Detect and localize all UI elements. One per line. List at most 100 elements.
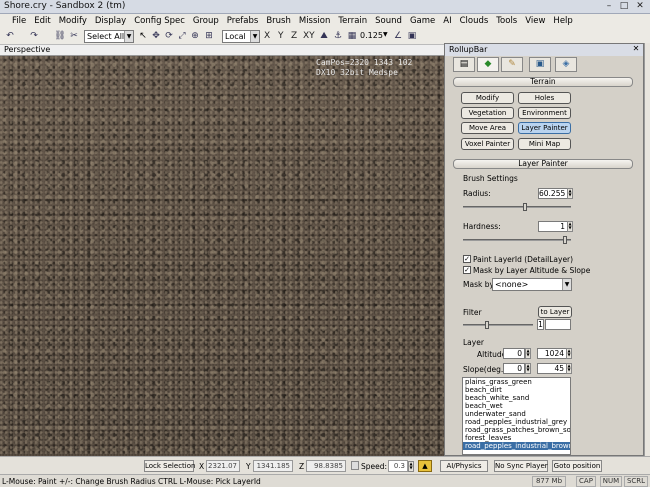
grid-size-value[interactable]: 0.125	[360, 31, 383, 40]
to-layer-button[interactable]: to Layer	[538, 306, 572, 318]
unlink-icon[interactable]: ✂	[68, 30, 80, 42]
rollup-scrollbar[interactable]	[644, 43, 650, 456]
hardness-field[interactable]: 1	[538, 221, 568, 232]
speed-field[interactable]: 0.3	[388, 460, 408, 472]
z-field[interactable]: 98.8385	[306, 460, 346, 472]
menu-display[interactable]: Display	[95, 16, 126, 26]
menu-mission[interactable]: Mission	[299, 16, 331, 26]
menu-sound[interactable]: Sound	[375, 16, 402, 26]
terrain-section-bar[interactable]: Terrain	[453, 77, 633, 87]
lock-selection-button[interactable]: Lock Selection	[144, 460, 195, 472]
axis-xy-button[interactable]: XY	[303, 31, 315, 41]
modify-button[interactable]: Modify	[461, 92, 514, 104]
menu-terrain[interactable]: Terrain	[338, 16, 367, 26]
hardness-slider[interactable]	[463, 239, 571, 241]
grid-icon[interactable]: ▦	[346, 30, 358, 42]
menu-help[interactable]: Help	[553, 16, 572, 26]
menu-tools[interactable]: Tools	[496, 16, 517, 26]
holes-button[interactable]: Holes	[518, 92, 571, 104]
paint-layerid-checkbox[interactable]: ✓	[463, 255, 471, 263]
radius-field[interactable]: 60.255	[538, 188, 568, 199]
list-item-selected[interactable]: road_pepples_industrial_brown	[463, 442, 570, 450]
menu-view[interactable]: View	[525, 16, 545, 26]
perspective-viewport[interactable]	[0, 56, 444, 456]
hardness-slider-thumb[interactable]	[563, 236, 567, 244]
link-icon[interactable]: ⛓	[54, 30, 66, 42]
close-icon[interactable]: ✕	[631, 44, 641, 54]
menu-clouds[interactable]: Clouds	[460, 16, 489, 26]
goto-position-button[interactable]: Goto position	[552, 460, 602, 472]
list-item[interactable]: plains_grass_green	[463, 378, 570, 386]
snap-icon[interactable]: ⊕	[189, 30, 201, 42]
menu-config-spec[interactable]: Config Spec	[134, 16, 185, 26]
altitude-max-field[interactable]: 1024	[537, 348, 567, 359]
voxel-painter-button[interactable]: Voxel Painter	[461, 138, 514, 150]
filter-target-field[interactable]	[545, 319, 571, 330]
radius-spinner[interactable]: ▲ ▼	[567, 188, 573, 199]
viewport-header[interactable]: Perspective	[0, 45, 444, 56]
axis-x-button[interactable]: X	[264, 31, 270, 41]
menu-brush[interactable]: Brush	[266, 16, 291, 26]
speed-toggle-icon[interactable]	[351, 461, 359, 470]
tab-layers[interactable]: ◈	[555, 57, 577, 72]
y-field[interactable]: 1341.185	[253, 460, 293, 472]
no-sync-player-button[interactable]: No Sync Player	[494, 460, 548, 472]
slope-min-spinner[interactable]: ▲ ▼	[525, 363, 531, 374]
terrain-snap-icon[interactable]: ⊞	[203, 30, 215, 42]
undo-icon[interactable]: ↶	[4, 30, 16, 42]
follow-object-icon[interactable]: ⚓	[332, 30, 344, 42]
altitude-max-spinner[interactable]: ▲ ▼	[566, 348, 572, 359]
layer-painter-button[interactable]: Layer Painter	[518, 122, 571, 134]
scale-icon[interactable]: ⤢	[176, 30, 188, 42]
layer-painter-section-bar[interactable]: Layer Painter	[453, 159, 633, 169]
redo-icon[interactable]: ↷	[28, 30, 40, 42]
axis-z-button[interactable]: Z	[291, 31, 297, 41]
radius-slider[interactable]	[463, 206, 571, 208]
menu-ai[interactable]: AI	[443, 16, 451, 26]
coord-system-combo[interactable]: Local ▼	[222, 30, 260, 43]
tab-modeling[interactable]: ✎	[501, 57, 523, 72]
radius-slider-thumb[interactable]	[523, 203, 527, 211]
vegetation-button[interactable]: Vegetation	[461, 107, 514, 119]
angle-snap-icon[interactable]: ∠	[392, 30, 404, 42]
minimize-button[interactable]: –	[602, 1, 616, 12]
ai-physics-button[interactable]: AI/Physics	[440, 460, 488, 472]
speed-spinner[interactable]: ▲ ▼	[408, 461, 414, 472]
select-cursor-icon[interactable]: ↖	[137, 30, 149, 42]
mask-by-combo[interactable]: <none> ▼	[492, 278, 572, 291]
slope-max-spinner[interactable]: ▲ ▼	[566, 363, 572, 374]
menu-group[interactable]: Group	[193, 16, 219, 26]
slope-min-field[interactable]: 0	[503, 363, 525, 374]
rotate-icon[interactable]: ⟳	[163, 30, 175, 42]
menu-prefabs[interactable]: Prefabs	[227, 16, 259, 26]
bookmark-icon[interactable]: ▣	[406, 30, 418, 42]
hardness-spinner[interactable]: ▲ ▼	[567, 221, 573, 232]
list-item[interactable]: beach_white_sand	[463, 394, 570, 402]
menu-edit[interactable]: Edit	[34, 16, 50, 26]
list-item[interactable]: forest_leaves	[463, 434, 570, 442]
axis-y-button[interactable]: Y	[278, 31, 284, 41]
list-item[interactable]: beach_wet	[463, 402, 570, 410]
slope-max-field[interactable]: 45	[537, 363, 567, 374]
tab-display[interactable]: ▣	[529, 57, 551, 72]
selection-filter-combo[interactable]: Select All ▼	[84, 30, 134, 43]
list-item[interactable]: underwater_sand	[463, 410, 570, 418]
altitude-min-spinner[interactable]: ▲ ▼	[525, 348, 531, 359]
maximize-button[interactable]: □	[617, 1, 631, 12]
menu-file[interactable]: File	[12, 16, 26, 26]
terrain-collision-icon[interactable]: ▲	[418, 460, 432, 472]
x-field[interactable]: 2321.07	[206, 460, 240, 472]
move-icon[interactable]: ✥	[150, 30, 162, 42]
filter-slider[interactable]	[463, 324, 533, 326]
list-item[interactable]: beach_dirt	[463, 386, 570, 394]
tab-objects[interactable]: ▤	[453, 57, 475, 72]
layer-list[interactable]: plains_grass_green beach_dirt beach_whit…	[462, 377, 571, 455]
mask-altitude-checkbox[interactable]: ✓	[463, 266, 471, 274]
move-area-button[interactable]: Move Area	[461, 122, 514, 134]
list-item[interactable]: road_pepples_industrial_grey	[463, 418, 570, 426]
altitude-min-field[interactable]: 0	[503, 348, 525, 359]
terrain-follow-icon[interactable]: ⛰	[318, 30, 330, 42]
filter-value[interactable]: 1	[537, 319, 544, 330]
close-button[interactable]: ✕	[633, 1, 647, 12]
list-item[interactable]: road_grass_patches_brown_soil	[463, 426, 570, 434]
